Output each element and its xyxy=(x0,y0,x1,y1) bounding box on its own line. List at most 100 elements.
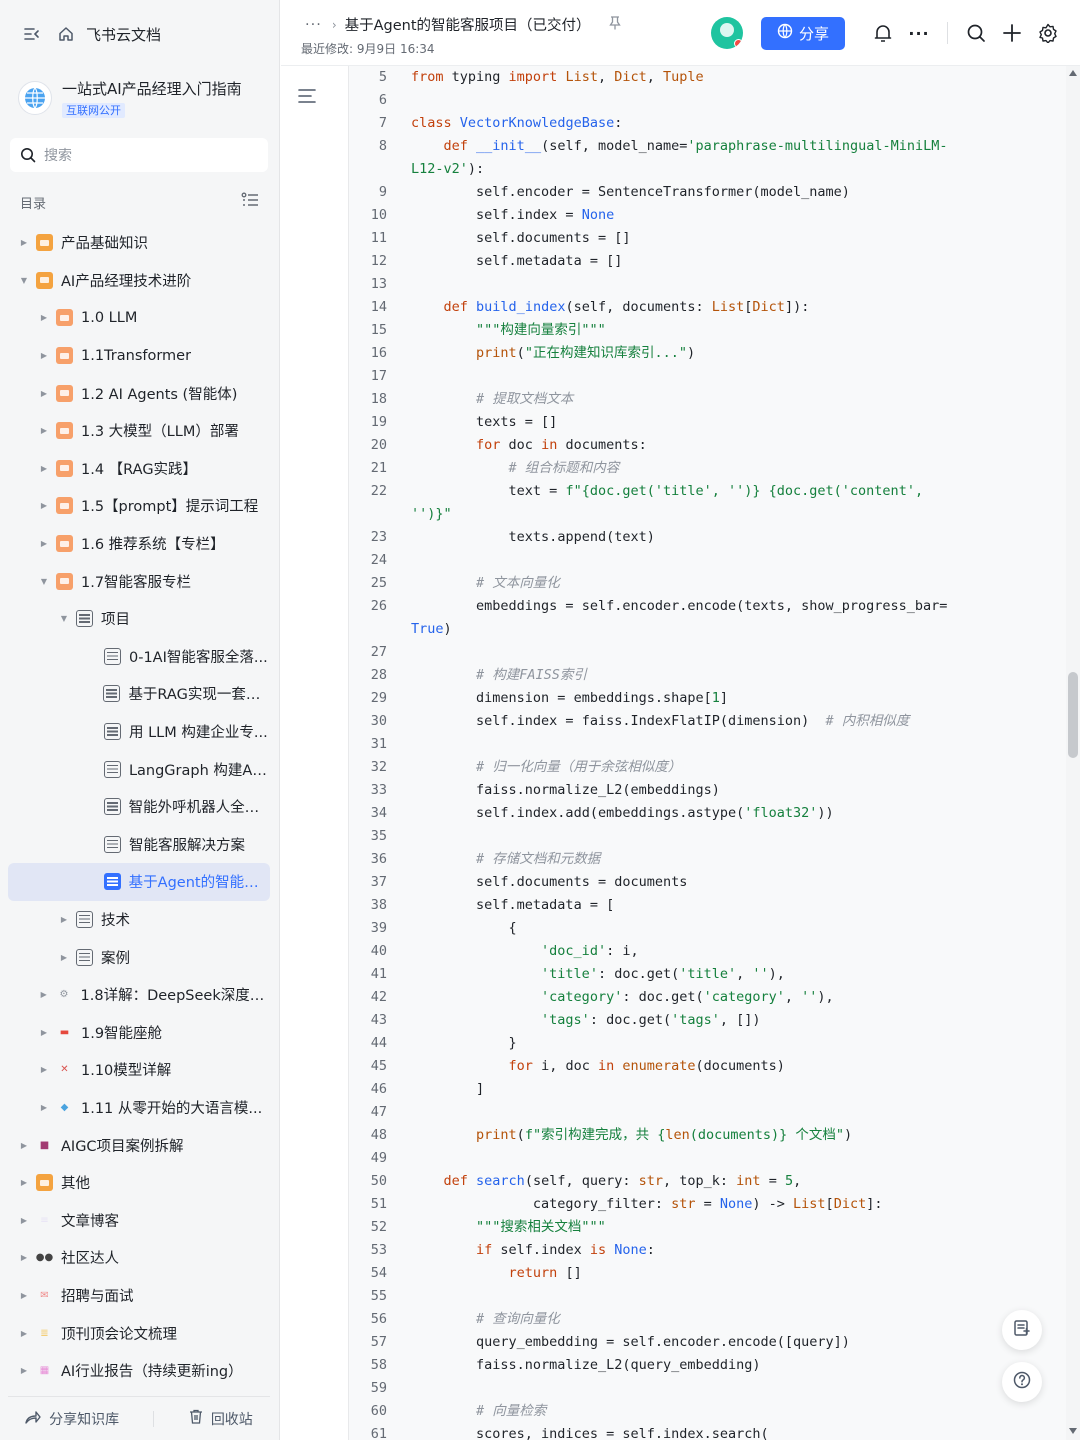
sidebar-item[interactable]: ▶ 1.0 LLM xyxy=(8,299,270,337)
share-icon xyxy=(25,1410,41,1428)
scroll-up-icon[interactable] xyxy=(1069,70,1077,76)
expand-arrow-icon[interactable]: ▶ xyxy=(18,1289,30,1301)
expand-arrow-icon[interactable]: ▶ xyxy=(18,1177,30,1189)
sidebar-item[interactable]: ▶ 1.1Transformer xyxy=(8,337,270,375)
code-text: self.encoder = SentenceTransformer(model… xyxy=(411,184,850,200)
sidebar-item[interactable]: ▶ ▦ AI行业报告（持续更新ing） xyxy=(8,1352,270,1390)
sidebar-item[interactable]: ▶ 1.5【prompt】提示词工程 xyxy=(8,487,270,525)
expand-arrow-icon[interactable]: ▶ xyxy=(38,500,50,512)
code-line: 34 self.index.add(embeddings.astype('flo… xyxy=(349,802,1066,825)
sidebar-item[interactable]: ▶ 1.6 推荐系统【专栏】 xyxy=(8,525,270,563)
code-text: self.index = None xyxy=(411,207,615,223)
sidebar-item[interactable]: ▼ AI产品经理技术进阶 xyxy=(8,262,270,300)
plus-icon[interactable] xyxy=(1000,21,1024,45)
sidebar-item[interactable]: ▶ ■ AIGC项目案例拆解 xyxy=(8,1126,270,1164)
sidebar-item[interactable]: ▶ ✕ 1.10模型详解 xyxy=(8,1051,270,1089)
expand-arrow-icon[interactable]: ▶ xyxy=(38,425,50,437)
expand-arrow-icon[interactable]: ▶ xyxy=(38,350,50,362)
share-button-label: 分享 xyxy=(798,24,829,43)
sidebar-item[interactable]: 基于Agent的智能客... xyxy=(8,863,270,901)
expand-arrow-icon[interactable]: ▶ xyxy=(18,1139,30,1151)
line-number: 8 xyxy=(378,138,387,154)
expand-arrow-icon[interactable]: ▶ xyxy=(38,1064,50,1076)
sidebar-item[interactable]: ▶ 技术 xyxy=(8,901,270,939)
expand-arrow-icon[interactable]: ▶ xyxy=(18,1365,30,1377)
sidebar-item[interactable]: ▶ 1.2 AI Agents (智能体) xyxy=(8,374,270,412)
toc-options-icon[interactable] xyxy=(241,192,259,212)
trash-button[interactable]: 回收站 xyxy=(189,1409,253,1429)
sidebar-item[interactable]: 智能外呼机器人全链... xyxy=(8,788,270,826)
sidebar-item[interactable]: 0-1AI智能客服全落... xyxy=(8,638,270,676)
brand-label[interactable]: 飞书云文档 xyxy=(86,24,161,45)
collapse-arrow-icon[interactable]: ▼ xyxy=(58,613,70,625)
sidebar-item[interactable]: ▶ ⚙ 1.8详解：DeepSeek深度推... xyxy=(8,976,270,1014)
sidebar-item-label: 文章博客 xyxy=(61,1213,119,1230)
expand-arrow-icon[interactable]: ▶ xyxy=(58,913,70,925)
sidebar-item[interactable]: 智能客服解决方案 xyxy=(8,826,270,864)
breadcrumb-more-button[interactable]: ··· xyxy=(305,17,322,33)
sidebar-item[interactable]: ▶ ▬ 1.9智能座舱 xyxy=(8,1013,270,1051)
search-icon[interactable] xyxy=(964,21,988,45)
sidebar-item-label: 社区达人 xyxy=(61,1251,119,1268)
sidebar-item-label: 智能客服解决方案 xyxy=(129,837,245,854)
comment-button[interactable] xyxy=(1002,1310,1042,1350)
expand-arrow-icon[interactable]: ▶ xyxy=(38,462,50,474)
expand-arrow-icon[interactable]: ▶ xyxy=(38,538,50,550)
sidebar-item[interactable]: ▶ 产品基础知识 xyxy=(8,224,270,262)
sidebar-item[interactable]: ▼ 项目 xyxy=(8,600,270,638)
pin-icon[interactable] xyxy=(608,15,621,34)
sidebar-item[interactable]: LangGraph 构建AI... xyxy=(8,750,270,788)
home-icon[interactable] xyxy=(56,24,76,44)
sidebar-item-label: 1.5【prompt】提示词工程 xyxy=(81,499,259,516)
code-line: 47​ xyxy=(349,1101,1066,1124)
sidebar-item[interactable]: ▶ ◆ 1.11 从零开始的大语言模... xyxy=(8,1089,270,1127)
doc-icon xyxy=(103,798,121,816)
help-button[interactable] xyxy=(1002,1362,1042,1402)
sidebar-item[interactable]: 基于RAG实现一套企... xyxy=(8,675,270,713)
share-knowledge-base-button[interactable]: 分享知识库 xyxy=(25,1409,119,1429)
folder-icon xyxy=(56,422,73,440)
collapse-arrow-icon[interactable]: ▼ xyxy=(18,274,30,286)
sidebar-item[interactable]: ▶ ✉ 招聘与面试 xyxy=(8,1277,270,1315)
line-number: 39 xyxy=(370,920,387,936)
expand-arrow-icon[interactable]: ▶ xyxy=(18,1252,30,1264)
sidebar-item[interactable]: ▶ 1.3 大模型（LLM）部署 xyxy=(8,412,270,450)
share-button[interactable]: 分享 xyxy=(760,16,845,50)
workspace-header[interactable]: 一站式AI产品经理入门指南 互联网公开 xyxy=(18,76,267,120)
expand-arrow-icon[interactable]: ▶ xyxy=(38,387,50,399)
sidebar-item[interactable]: ▶ ≡ 文章博客 xyxy=(8,1201,270,1239)
sidebar-item[interactable]: ▶ ≣ 顶刊顶会论文梳理 xyxy=(8,1314,270,1352)
expand-arrow-icon[interactable]: ▶ xyxy=(38,989,50,1001)
expand-arrow-icon[interactable]: ▶ xyxy=(38,1026,50,1038)
page-title[interactable]: 基于Agent的智能客服项目（已交付） xyxy=(345,14,591,35)
sidebar-item[interactable]: ▼ 1.7智能客服专栏 xyxy=(8,562,270,600)
outline-icon[interactable] xyxy=(298,88,318,108)
search-input[interactable]: 搜索 xyxy=(10,138,268,172)
avatar[interactable] xyxy=(710,17,743,49)
scrollbar-thumb[interactable] xyxy=(1068,671,1078,758)
expand-arrow-icon[interactable]: ▶ xyxy=(38,312,50,324)
collapse-arrow-icon[interactable]: ▼ xyxy=(38,575,50,587)
toc-label: 目录 xyxy=(20,196,47,212)
scroll-down-icon[interactable] xyxy=(1069,1428,1077,1434)
code-line: 11 self.documents = [] xyxy=(349,227,1066,250)
expand-arrow-icon[interactable]: ▶ xyxy=(18,1327,30,1339)
code-block[interactable]: 5from typing import List, Dict, Tuple6​7… xyxy=(348,66,1066,1440)
gear-icon[interactable] xyxy=(1036,21,1060,45)
sidebar-item[interactable]: ▶ 1.4 【RAG实践】 xyxy=(8,450,270,488)
sidebar-item[interactable]: ▶ 案例 xyxy=(8,938,270,976)
code-text: return [] xyxy=(508,1265,582,1281)
sidebar-item[interactable]: 用 LLM 构建企业专... xyxy=(8,713,270,751)
expand-arrow-icon[interactable]: ▶ xyxy=(18,237,30,249)
more-icon[interactable]: ··· xyxy=(907,21,931,45)
code-line: 48 print(f"索引构建完成，共 {len(documents)} 个文档… xyxy=(349,1124,1066,1147)
sidebar-item[interactable]: ▶ 其他 xyxy=(8,1164,270,1202)
scrollbar[interactable] xyxy=(1066,66,1080,1440)
code-line: 7 class VectorKnowledgeBase: xyxy=(349,112,1066,135)
expand-arrow-icon[interactable]: ▶ xyxy=(18,1214,30,1226)
collapse-sidebar-icon[interactable] xyxy=(22,24,42,44)
expand-arrow-icon[interactable]: ▶ xyxy=(58,951,70,963)
sidebar-item[interactable]: ▶ ●● 社区达人 xyxy=(8,1239,270,1277)
bell-icon[interactable] xyxy=(871,21,895,45)
expand-arrow-icon[interactable]: ▶ xyxy=(38,1101,50,1113)
